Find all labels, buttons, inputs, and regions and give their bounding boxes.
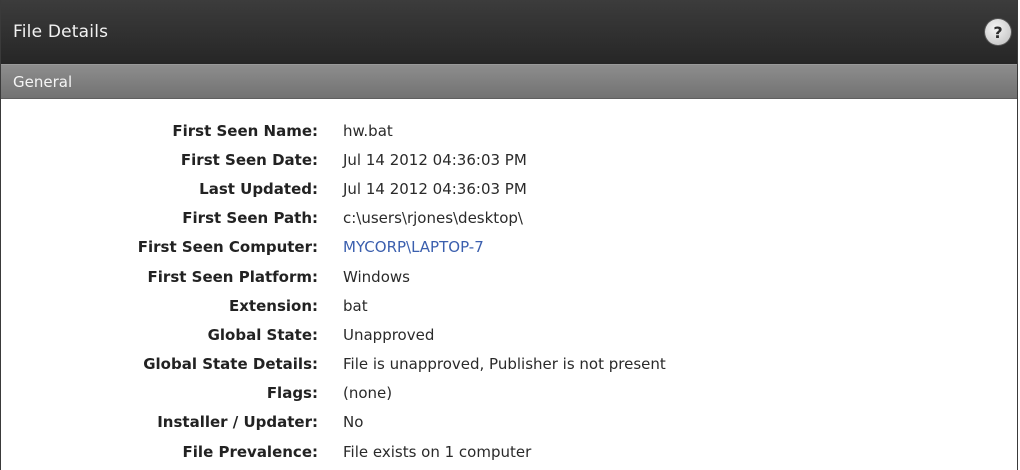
detail-value: No	[343, 413, 364, 432]
detail-value: File exists on 1 computer	[343, 442, 532, 461]
detail-row-first-seen-date: First Seen Date: Jul 14 2012 04:36:03 PM	[1, 145, 1017, 174]
detail-label: Global State Details:	[143, 355, 318, 374]
detail-value: Jul 14 2012 04:36:03 PM	[343, 150, 527, 169]
detail-row-first-seen-computer: First Seen Computer: MYCORP\LAPTOP-7	[1, 233, 1017, 262]
detail-row-first-seen-name: First Seen Name: hw.bat	[1, 116, 1017, 145]
detail-value: File is unapproved, Publisher is not pre…	[343, 355, 666, 374]
panel-title-bar: File Details ?	[1, 0, 1017, 64]
detail-value: hw.bat	[343, 121, 393, 140]
detail-row-first-seen-path: First Seen Path: c:\users\rjones\desktop…	[1, 204, 1017, 233]
detail-label: Installer / Updater:	[157, 413, 318, 432]
file-details-panel: File Details ? General First Seen Name: …	[0, 0, 1018, 470]
detail-value: Unapproved	[343, 325, 435, 344]
detail-value: Windows	[343, 267, 410, 286]
help-icon[interactable]: ?	[985, 19, 1011, 45]
computer-link[interactable]: MYCORP\LAPTOP-7	[318, 238, 484, 256]
detail-label: First Seen Path:	[182, 209, 318, 228]
detail-value: c:\users\rjones\desktop\	[343, 209, 523, 228]
panel-title: File Details	[13, 22, 109, 42]
detail-label: Flags:	[266, 384, 318, 403]
detail-label: Last Updated:	[199, 179, 318, 198]
detail-value: Jul 14 2012 04:36:03 PM	[343, 179, 527, 198]
detail-label: Extension:	[229, 296, 318, 315]
detail-row-flags: Flags: (none)	[1, 379, 1017, 408]
detail-row-installer-updater: Installer / Updater: No	[1, 408, 1017, 437]
detail-label: First Seen Date:	[180, 150, 318, 169]
detail-label: First Seen Platform:	[147, 267, 318, 286]
section-header-general[interactable]: General	[1, 64, 1017, 99]
detail-value: (none)	[343, 384, 393, 403]
detail-row-file-prevalence: File Prevalence: File exists on 1 comput…	[1, 437, 1017, 466]
detail-label: File Prevalence:	[182, 442, 318, 461]
details-list: First Seen Name: hw.bat First Seen Date:…	[1, 116, 1017, 466]
detail-row-extension: Extension: bat	[1, 291, 1017, 320]
detail-row-last-updated: Last Updated: Jul 14 2012 04:36:03 PM	[1, 174, 1017, 203]
detail-row-global-state-details: Global State Details: File is unapproved…	[1, 350, 1017, 379]
detail-row-global-state: Global State: Unapproved	[1, 320, 1017, 349]
detail-label: Global State:	[207, 325, 318, 344]
detail-row-first-seen-platform: First Seen Platform: Windows	[1, 262, 1017, 291]
detail-label: First Seen Computer:	[137, 238, 318, 257]
section-title: General	[13, 72, 73, 91]
detail-value: bat	[343, 296, 368, 315]
detail-label: First Seen Name:	[172, 121, 318, 140]
